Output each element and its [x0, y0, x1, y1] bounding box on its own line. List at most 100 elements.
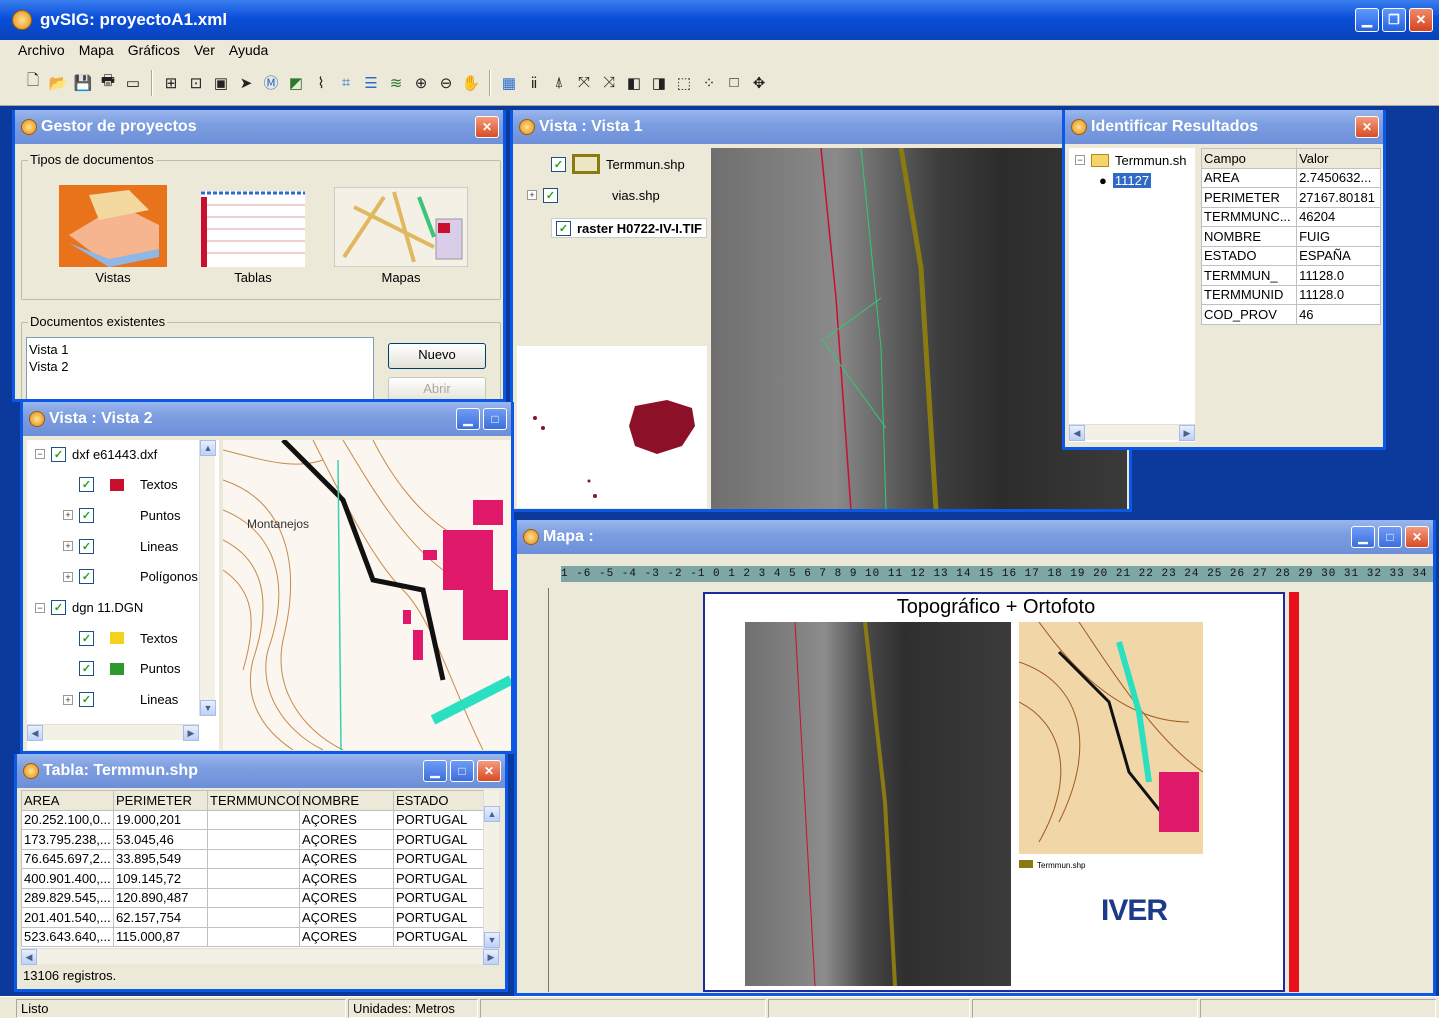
tree-child[interactable]: ● 11127 — [1099, 170, 1152, 190]
layer-checkbox[interactable]: ✓ — [543, 187, 558, 203]
layer-checkbox[interactable]: ✓ — [79, 661, 94, 677]
pan-icon[interactable]: ✋ — [460, 72, 482, 94]
rectangle-icon[interactable]: □ — [723, 72, 745, 94]
scroll-left-icon[interactable]: ◀ — [1069, 425, 1085, 441]
toc-layer[interactable]: ✓ Textos — [63, 628, 178, 648]
close-icon[interactable]: ✕ — [475, 116, 499, 138]
table-row[interactable]: ESTADO ESPAÑA — [1200, 245, 1381, 266]
tabla-titlebar[interactable]: Tabla: Termmun.shp ▁ □ ✕ — [17, 754, 505, 788]
count-icon[interactable]: ⅱ — [523, 72, 545, 94]
zoom-in-icon[interactable]: ⊕ — [410, 72, 432, 94]
layer-checkbox[interactable]: ✓ — [79, 630, 94, 646]
layer-checkbox[interactable]: ✓ — [79, 569, 94, 585]
maximize-icon[interactable]: □ — [1378, 526, 1402, 548]
layer-checkbox[interactable]: ✓ — [79, 692, 94, 708]
table-row[interactable]: 201.401.540,... 62.157,754 AÇORES PORTUGAL — [21, 907, 483, 928]
expand-icon[interactable]: + — [63, 571, 73, 582]
expand-icon[interactable]: + — [63, 694, 73, 705]
window-icon[interactable]: ▭ — [122, 72, 144, 94]
toc-layer[interactable]: − ✓ dxf e61443.dxf — [35, 444, 157, 464]
table-row[interactable]: 76.645.697,2... 33.895,549 AÇORES PORTUGAL — [21, 848, 483, 869]
col-termmuncod[interactable]: TERMMUNCOD — [207, 790, 300, 811]
table-row[interactable]: 523.643.640,... 115.000,87 AÇORES PORTUGAL — [21, 926, 483, 947]
scroll-right-icon[interactable]: ▶ — [183, 725, 199, 741]
menu-archivo[interactable]: Archivo — [18, 42, 65, 58]
close-icon[interactable]: ✕ — [1355, 116, 1379, 138]
vista1-locator-map[interactable] — [517, 346, 707, 508]
scroll-left-icon[interactable]: ◀ — [27, 725, 43, 741]
vista2-titlebar[interactable]: Vista : Vista 2 ▁ □ — [23, 402, 511, 436]
expand-icon[interactable]: + — [63, 510, 73, 521]
new-icon[interactable]: 🗋 — [22, 72, 44, 94]
scroll-down-icon[interactable]: ▼ — [484, 932, 500, 948]
toc-layer[interactable]: ✓ raster H0722-IV-I.TIF — [551, 218, 707, 238]
zoom-out-icon[interactable]: ⊖ — [435, 72, 457, 94]
expand-icon[interactable]: − — [35, 602, 45, 613]
close-icon[interactable]: ✕ — [1405, 526, 1429, 548]
tree-hscroll[interactable]: ◀ ▶ — [1069, 424, 1195, 441]
open-icon[interactable]: 📂 — [47, 72, 69, 94]
col-estado[interactable]: ESTADO — [393, 790, 483, 811]
layer-checkbox[interactable]: ✓ — [79, 477, 94, 493]
toc-layer[interactable]: ✓ Textos — [63, 475, 178, 495]
scroll-right-icon[interactable]: ▶ — [483, 949, 499, 965]
rect-select-icon[interactable]: ⬚ — [673, 72, 695, 94]
table-row[interactable]: AREA 2.7450632... — [1200, 167, 1381, 188]
minimize-icon[interactable]: ▁ — [456, 408, 480, 430]
table-row[interactable]: 173.795.238,... 53.045,46 AÇORES PORTUGAL — [21, 829, 483, 850]
toc-layer[interactable]: + ✓ Puntos — [63, 505, 180, 525]
layers-icon[interactable]: ☰ — [360, 72, 382, 94]
table-row[interactable]: 20.252.100,0... 19.000,201 AÇORES PORTUGAL — [21, 809, 483, 830]
toc-layer[interactable]: + ✓ vias.shp — [527, 185, 660, 205]
toc-layer[interactable]: ✓ Puntos — [63, 659, 180, 679]
points-icon[interactable]: ⁘ — [698, 72, 720, 94]
table-row[interactable]: COD_PROV 46 — [1200, 304, 1381, 325]
north-icon[interactable]: ⍋ — [548, 72, 570, 94]
vista2-map-canvas[interactable]: Montanejos — [222, 438, 511, 751]
layer-checkbox[interactable]: ✓ — [556, 220, 571, 236]
doc-type-tablas[interactable]: Tablas — [198, 191, 308, 285]
documents-list[interactable]: Vista 1 Vista 2 — [26, 337, 374, 399]
toc-layer[interactable]: + ✓ Lineas — [63, 690, 178, 710]
identificar-titlebar[interactable]: Identificar Resultados ✕ — [1065, 110, 1383, 144]
list-item[interactable]: Vista 2 — [27, 357, 373, 374]
move-icon[interactable]: ✥ — [748, 72, 770, 94]
vertex-icon[interactable]: Ⓜ — [260, 72, 282, 94]
tree-root[interactable]: − Termmun.sh — [1075, 150, 1187, 170]
table-row[interactable]: 289.829.545,... 120.890,487 AÇORES PORTUGAL — [21, 887, 483, 908]
front-icon[interactable]: ◧ — [623, 72, 645, 94]
table-row[interactable]: TERMMUNID 11128.0 — [1200, 284, 1381, 305]
table-row[interactable]: TERMMUNC... 46204 — [1200, 206, 1381, 227]
toc-layer[interactable]: ✓ Termmun.shp — [551, 154, 685, 174]
maximize-icon[interactable]: □ — [483, 408, 507, 430]
snap-icon[interactable]: ⌗ — [335, 72, 357, 94]
select-arrow-icon[interactable]: ➤ — [235, 72, 257, 94]
close-icon[interactable]: ✕ — [1409, 8, 1433, 32]
layout-topo-map[interactable] — [1018, 621, 1204, 854]
save-icon[interactable]: 💾 — [72, 72, 94, 94]
polyline-icon[interactable]: ⌇ — [310, 72, 332, 94]
doc-type-vistas[interactable]: Vistas — [58, 185, 168, 285]
vista1-titlebar[interactable]: Vista : Vista 1 ▁ — [513, 110, 1129, 144]
col-area[interactable]: AREA — [21, 790, 114, 811]
collapse-icon[interactable]: − — [1075, 155, 1085, 165]
col-valor[interactable]: Valor — [1296, 148, 1381, 169]
gestor-titlebar[interactable]: Gestor de proyectos ✕ — [15, 110, 503, 144]
abrir-button[interactable]: Abrir — [388, 377, 486, 399]
legend-icon[interactable]: ≋ — [385, 72, 407, 94]
back-icon[interactable]: ◨ — [648, 72, 670, 94]
toc-vscroll[interactable]: ▲ ▼ — [199, 440, 216, 716]
col-perimeter[interactable]: PERIMETER — [113, 790, 208, 811]
layer-checkbox[interactable]: ✓ — [551, 156, 566, 172]
mapa-canvas[interactable]: 1 -6 -5 -4 -3 -2 -1 0 1 2 3 4 5 6 7 8 9 … — [517, 554, 1433, 993]
expand-icon[interactable]: + — [63, 541, 73, 552]
col-campo[interactable]: Campo — [1200, 148, 1298, 169]
layer-checkbox[interactable]: ✓ — [79, 538, 94, 554]
print-icon[interactable]: 🖶 — [97, 72, 119, 94]
col-nombre[interactable]: NOMBRE — [299, 790, 394, 811]
menu-mapa[interactable]: Mapa — [79, 42, 114, 58]
minimize-icon[interactable]: ▁ — [423, 760, 447, 782]
menu-graficos[interactable]: Gráficos — [128, 42, 180, 58]
close-icon[interactable]: ✕ — [477, 760, 501, 782]
table-row[interactable]: NOMBRE FUIG — [1200, 226, 1381, 247]
